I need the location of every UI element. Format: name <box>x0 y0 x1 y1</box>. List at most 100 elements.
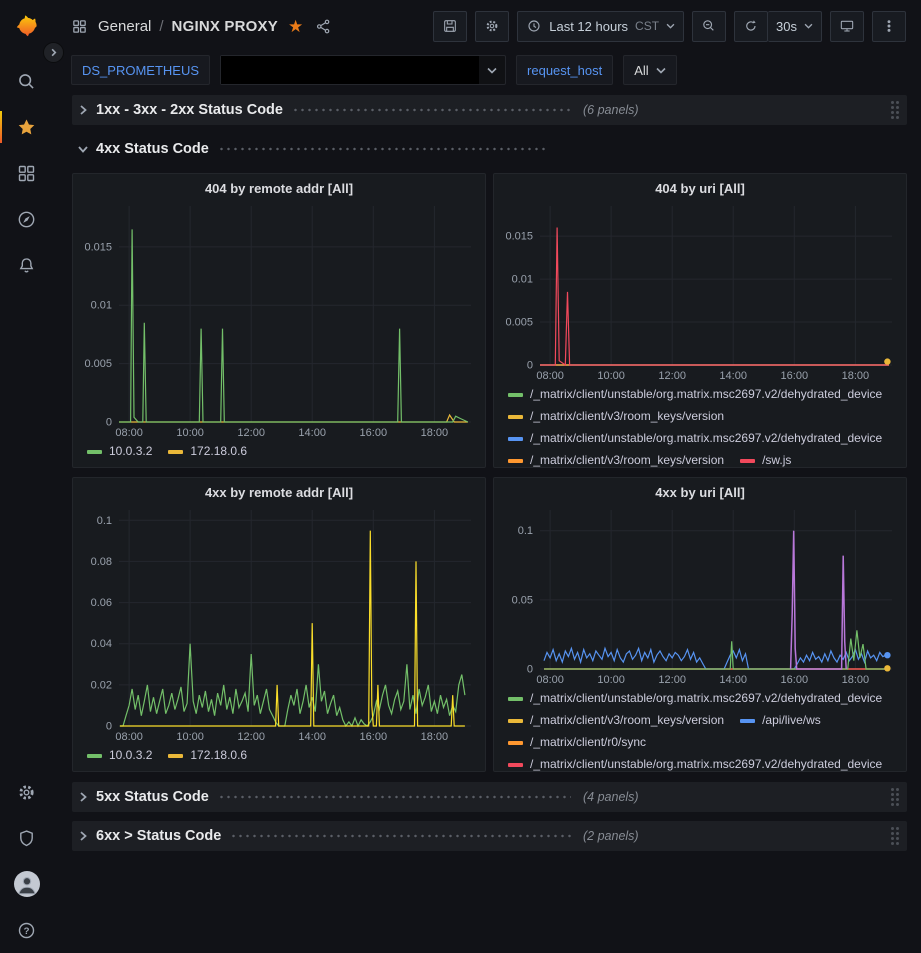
kebab-icon <box>881 18 897 34</box>
panel-chart[interactable]: 00.0050.010.01508:0010:0012:0014:0016:00… <box>73 198 485 440</box>
sidebar-toggle-button[interactable] <box>43 42 64 63</box>
svg-text:0: 0 <box>527 664 533 676</box>
legend-item[interactable]: /_matrix/client/unstable/org.matrix.msc2… <box>508 429 882 448</box>
refresh-interval-picker[interactable]: 30s <box>768 11 822 42</box>
time-range-label: Last 12 hours <box>549 19 628 34</box>
svg-text:10:00: 10:00 <box>597 370 625 382</box>
panel-title[interactable]: 4xx by remote addr [All] <box>73 478 485 502</box>
datasource-value-redacted <box>221 56 479 84</box>
svg-text:?: ? <box>24 926 30 937</box>
request-host-value: All <box>634 63 648 78</box>
variables-row: DS_PROMETHEUS request_host All <box>53 52 921 95</box>
panel-4xx-by-uri: 4xx by uri [All] 00.050.108:0010:0012:00… <box>493 477 907 772</box>
svg-text:16:00: 16:00 <box>781 370 809 382</box>
panel-title[interactable]: 4xx by uri [All] <box>494 478 906 502</box>
row-header-5xx[interactable]: 5xx Status Code (4 panels) <box>72 782 907 812</box>
row-panel-count: (4 panels) <box>583 790 639 804</box>
dotted-leader <box>218 141 545 151</box>
dashboard-settings-button[interactable] <box>475 11 509 42</box>
legend-label: /_matrix/client/unstable/org.matrix.msc2… <box>530 429 882 448</box>
caret-zone <box>479 67 505 74</box>
sidebar-item-profile[interactable] <box>0 861 53 907</box>
legend-item[interactable]: /_matrix/client/unstable/org.matrix.msc2… <box>508 755 882 771</box>
panel-legend: 10.0.3.2 172.18.0.6 <box>73 440 485 467</box>
sidebar-item-search[interactable] <box>0 58 53 104</box>
panel-title[interactable]: 404 by uri [All] <box>494 174 906 198</box>
svg-text:12:00: 12:00 <box>658 370 686 382</box>
monitor-icon <box>839 18 855 34</box>
grafana-flame-icon <box>13 12 40 39</box>
legend-item[interactable]: /_matrix/client/unstable/org.matrix.msc2… <box>508 689 882 708</box>
panel-404-by-uri: 404 by uri [All] 00.0050.010.01508:0010:… <box>493 173 907 468</box>
legend-swatch <box>168 754 183 758</box>
share-button[interactable] <box>313 18 334 35</box>
legend-item[interactable]: 172.18.0.6 <box>168 442 247 461</box>
legend-item[interactable]: /_matrix/client/v3/room_keys/version <box>508 451 724 467</box>
request-host-variable-label[interactable]: request_host <box>516 55 613 85</box>
sidebar-item-explore[interactable] <box>0 196 53 242</box>
legend-label: /api/live/ws <box>762 711 821 730</box>
sidebar-item-alerting[interactable] <box>0 242 53 288</box>
legend-item[interactable]: /_matrix/client/v3/room_keys/version <box>508 711 724 730</box>
sidebar-item-starred[interactable] <box>0 104 53 150</box>
row-title: 4xx Status Code <box>96 141 209 157</box>
legend-label: 10.0.3.2 <box>109 442 152 461</box>
legend-item[interactable]: /_matrix/client/unstable/org.matrix.msc2… <box>508 385 882 404</box>
legend-swatch <box>508 393 523 397</box>
dashboard-title[interactable]: NGINX PROXY <box>172 18 278 35</box>
svg-text:14:00: 14:00 <box>719 674 747 686</box>
svg-text:10:00: 10:00 <box>597 674 625 686</box>
svg-text:0: 0 <box>106 417 112 429</box>
svg-text:0.06: 0.06 <box>91 597 112 609</box>
chart-svg: 00.050.108:0010:0012:0014:0016:0018:00 <box>494 502 906 687</box>
row-drag-handle[interactable] <box>891 788 899 806</box>
legend-swatch <box>508 763 523 767</box>
compass-icon <box>16 209 37 230</box>
legend-item[interactable]: /sw.js <box>740 451 791 467</box>
row-drag-handle[interactable] <box>891 101 899 119</box>
dotted-leader <box>218 789 571 799</box>
svg-text:18:00: 18:00 <box>842 370 870 382</box>
chevron-down-icon <box>487 67 497 74</box>
zoom-out-time-button[interactable] <box>692 11 726 42</box>
legend-item[interactable]: 10.0.3.2 <box>87 442 152 461</box>
svg-text:12:00: 12:00 <box>237 427 265 439</box>
breadcrumb-section[interactable]: General <box>98 18 151 35</box>
save-dashboard-button[interactable] <box>433 11 467 42</box>
legend-item[interactable]: /_matrix/client/r0/sync <box>508 733 646 752</box>
row-main: 5xx Status Code <box>77 789 571 806</box>
refresh-button[interactable] <box>734 11 768 42</box>
datasource-variable-label[interactable]: DS_PROMETHEUS <box>71 55 210 85</box>
row-header-4xx[interactable]: 4xx Status Code <box>72 134 907 164</box>
panel-chart[interactable]: 00.020.040.060.080.108:0010:0012:0014:00… <box>73 502 485 744</box>
legend-item[interactable]: 172.18.0.6 <box>168 746 247 765</box>
clock-icon <box>526 18 542 34</box>
row-header-1xx-3xx-2xx[interactable]: 1xx - 3xx - 2xx Status Code (6 panels) <box>72 95 907 125</box>
legend-item[interactable]: /_matrix/client/v3/room_keys/version <box>508 407 724 426</box>
panel-legend: /_matrix/client/unstable/org.matrix.msc2… <box>494 383 906 467</box>
row-drag-handle[interactable] <box>891 827 899 845</box>
legend-item[interactable]: /api/live/ws <box>740 711 821 730</box>
sidebar-item-dashboards[interactable] <box>0 150 53 196</box>
time-range-picker[interactable]: Last 12 hours CST <box>517 11 684 42</box>
grafana-logo[interactable] <box>13 12 40 42</box>
request-host-variable-select[interactable]: All <box>623 55 676 85</box>
svg-text:0.005: 0.005 <box>84 358 112 370</box>
shield-icon <box>16 828 37 849</box>
svg-text:08:00: 08:00 <box>115 427 143 439</box>
svg-text:0.1: 0.1 <box>518 525 533 537</box>
tv-mode-button[interactable] <box>830 11 864 42</box>
panel-chart[interactable]: 00.0050.010.01508:0010:0012:0014:0016:00… <box>494 198 906 383</box>
sidebar-item-configuration[interactable] <box>0 769 53 815</box>
kebab-menu-button[interactable] <box>872 11 906 42</box>
panel-title[interactable]: 404 by remote addr [All] <box>73 174 485 198</box>
datasource-variable-select[interactable] <box>220 55 506 85</box>
row-header-6xx[interactable]: 6xx > Status Code (2 panels) <box>72 821 907 851</box>
chevron-right-icon <box>77 830 89 842</box>
zoom-out-icon <box>701 18 717 34</box>
legend-item[interactable]: 10.0.3.2 <box>87 746 152 765</box>
sidebar-item-help[interactable]: ? <box>0 907 53 953</box>
panel-chart[interactable]: 00.050.108:0010:0012:0014:0016:0018:00 <box>494 502 906 687</box>
sidebar-item-server-admin[interactable] <box>0 815 53 861</box>
favorite-star-icon[interactable]: ★ <box>286 18 305 35</box>
